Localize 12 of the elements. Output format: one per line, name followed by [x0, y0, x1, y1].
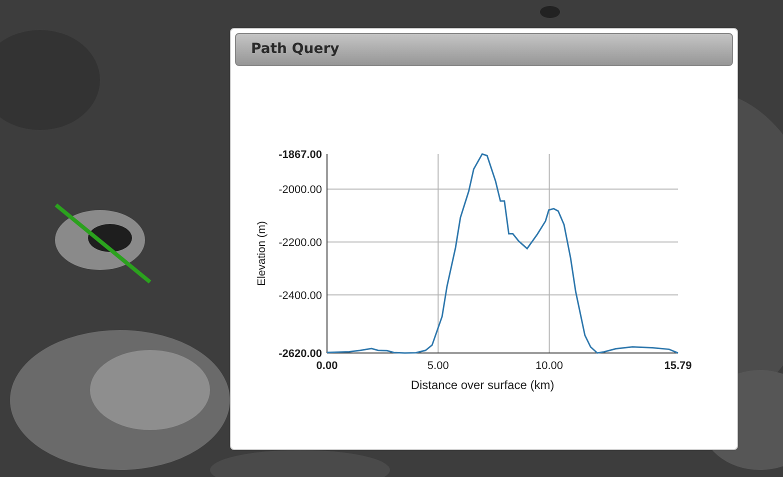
y-tick-label: -2200.00: [278, 236, 322, 249]
y-tick-label: -1867.00: [278, 148, 322, 161]
x-tick-label: 5.00: [427, 360, 449, 372]
y-tick-label: -2400.00: [278, 290, 322, 302]
panel-title: Path Query: [251, 41, 340, 58]
x-tick-label: 15.79: [664, 360, 692, 372]
x-axis-title: Distance over surface (km): [410, 378, 554, 392]
y-tick-label: -2620.00: [278, 348, 322, 360]
x-tick-label: 0.00: [316, 360, 338, 372]
y-tick-label: -2000.00: [278, 184, 322, 196]
y-axis-title: Elevation (m): [256, 220, 268, 286]
x-tick-label: 10.00: [536, 360, 564, 372]
